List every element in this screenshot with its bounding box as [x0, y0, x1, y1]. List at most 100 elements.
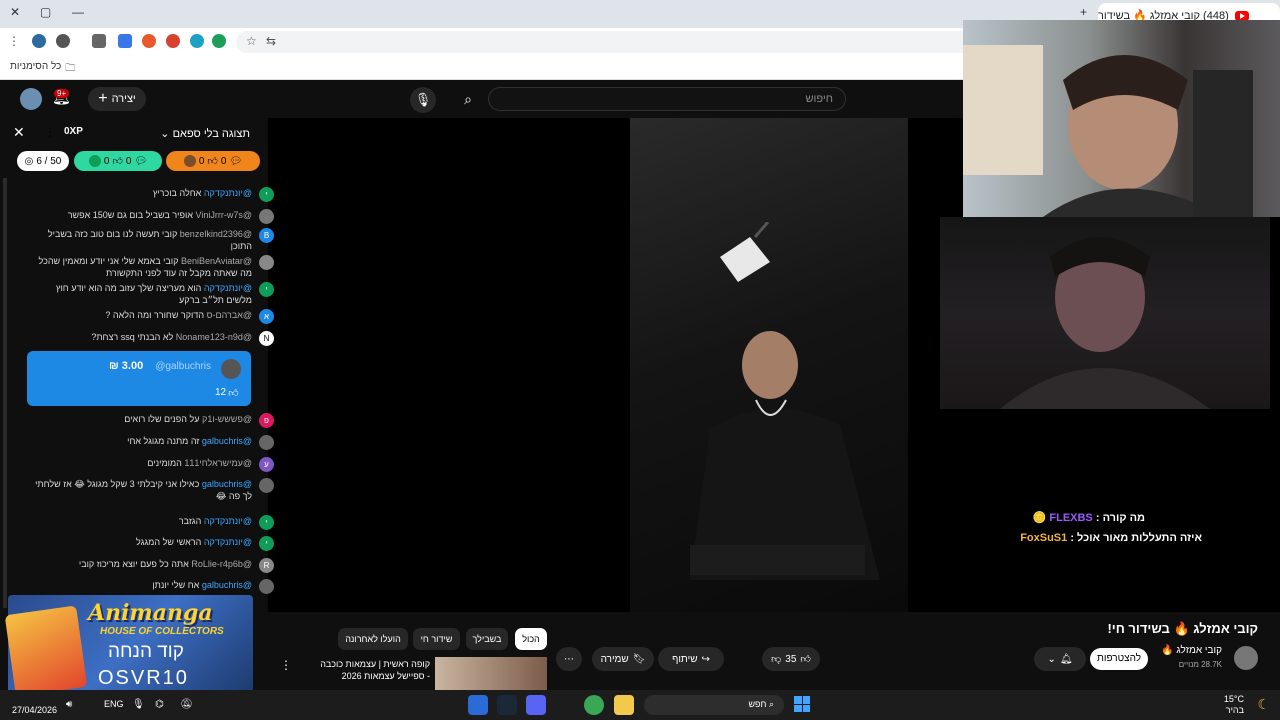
likes-count: 35	[785, 653, 797, 665]
account-avatar[interactable]	[20, 88, 42, 110]
chat-text: המומינים	[147, 458, 182, 468]
xp-badge: 0XP	[64, 126, 83, 137]
taskbar-clock[interactable]: 27/04/2026	[12, 692, 57, 716]
browser-menu-icon[interactable]: ⋮	[8, 34, 20, 48]
chat-username: @galbuchris	[201, 436, 252, 446]
overlay-text: איזה התעללות מאור אוכל :	[1070, 532, 1202, 544]
like-dislike-button[interactable]: 👎︎ 35 👍︎	[762, 647, 820, 671]
chat-message[interactable]: B @benzelkind2396 קובי תעשה לנו בום טוב כ…	[30, 228, 274, 252]
chat-overlay-line-2: איזה התעללות מאור אוכל : FoxSuS1	[1020, 532, 1202, 544]
discord-icon[interactable]	[526, 695, 546, 715]
chevron-down-icon: ⌄	[160, 128, 170, 140]
super-chat-message[interactable]: @galbuchris ₪ 3.00 12 👍︎	[27, 351, 251, 406]
extension-icon[interactable]	[118, 34, 132, 48]
network-icon[interactable]: ⌬	[155, 699, 164, 710]
chat-message[interactable]: י @יונתנקדקה הראשי של המגגל	[30, 536, 274, 551]
avatar: B	[259, 228, 274, 243]
more-actions-icon[interactable]: ⋯	[556, 647, 582, 671]
chat-username: @RoLlie-r4p6b	[191, 559, 252, 569]
chip-for-you[interactable]: בשבילך	[466, 628, 508, 650]
notifications-icon[interactable]: 🔕︎	[180, 699, 193, 710]
chip-live[interactable]: שידור חי	[413, 628, 460, 650]
extension-icon[interactable]	[166, 34, 180, 48]
likes-count: 12	[215, 387, 227, 398]
extension-icon[interactable]	[190, 34, 204, 48]
extension-icon[interactable]	[142, 34, 156, 48]
file-explorer-icon[interactable]	[614, 695, 634, 715]
promo-banner: Animanga HOUSE OF COLLECTORS קוד הנחה OS…	[4, 595, 253, 697]
chat-message[interactable]: R @RoLlie-r4p6b אתה כל פעם יוצא מריכוז קו…	[30, 558, 274, 573]
recommended-menu-icon[interactable]: ⋮	[280, 658, 292, 672]
comments-count: 0	[220, 155, 227, 167]
recommended-title[interactable]: קופה ראשית | עצמאות כוכבה - ספיישל עצמאו…	[318, 658, 430, 682]
maximize-window-icon[interactable]: ▢	[40, 5, 51, 19]
site-settings-icon[interactable]: ⇆	[266, 34, 276, 48]
weather-widget[interactable]: 15°C בהיר	[1224, 694, 1244, 716]
chat-overlay-line-1: מה קורה : FLEXBS 🪙	[1033, 511, 1145, 524]
recommended-thumbnail[interactable]	[435, 657, 547, 690]
super-chat-user: @galbuchris	[155, 361, 211, 372]
channel-name[interactable]: קובי אמזלג 🔥	[1161, 645, 1222, 656]
promo-brand: Animanga	[88, 600, 213, 626]
save-button[interactable]: 🔖︎ שמירה	[592, 647, 654, 671]
green-stats-pill[interactable]: 0 👍︎ 0 💬︎	[74, 151, 162, 171]
microphone-icon[interactable]: 🎙︎	[132, 699, 145, 710]
chat-message[interactable]: N @Noname123-n9d לא הבנתי ssq רצחת?	[30, 331, 274, 346]
subscribe-bell-button[interactable]: ⌄ 🔔︎	[1034, 647, 1086, 671]
chip-recently-uploaded[interactable]: הועלו לאחרונה	[338, 628, 408, 650]
super-chat-likes[interactable]: 12 👍︎	[215, 387, 239, 399]
windows-start-icon[interactable]	[794, 696, 810, 712]
chat-message[interactable]: פ @פששש-ו1ק על הפנים שלו רואים	[30, 413, 274, 428]
chat-menu-icon[interactable]: ⋮	[44, 125, 56, 139]
thumbs-up-icon: 👍︎	[228, 388, 239, 399]
taskbar-date: 27/04/2026	[12, 705, 58, 715]
extensions-puzzle-icon[interactable]	[92, 34, 106, 48]
plus-icon: +	[98, 90, 108, 107]
comments-count: 0	[125, 155, 132, 167]
taskbar-app-icon[interactable]	[468, 695, 488, 715]
windows-taskbar: 27/04/2026 🔊︎ ENG 🎙︎ ⌬ 🔕︎ ⌕ חפש 15°C בהי…	[0, 690, 1280, 720]
close-window-icon[interactable]: ✕	[10, 5, 20, 19]
avatar: י	[259, 536, 274, 551]
chat-message[interactable]: א @אברהם-ס הדוקר שחורר ומה הלאה ?	[30, 309, 274, 324]
extension-icon[interactable]	[212, 34, 226, 48]
volume-icon[interactable]: 🔊︎	[66, 699, 72, 710]
chat-message[interactable]: י @יונתנקדקה הגזבר	[30, 515, 274, 530]
join-button[interactable]: להצטרפות	[1090, 648, 1148, 670]
share-button[interactable]: ↪ שיתוף	[658, 647, 724, 671]
chat-message[interactable]: @BeniBenAviatar קובי באמא שלי אני יודע ו…	[30, 255, 274, 279]
subscriber-count: 28.7K מנויים	[1178, 660, 1222, 669]
rank-pill[interactable]: ◎ 6 / 50	[17, 151, 69, 171]
chat-message[interactable]: י @יונתנקדקה הוא מעריצה שלך עזוב מה הוא י…	[30, 282, 274, 306]
chat-message[interactable]: @ViniJrrr-w7s אופיר בשביל בום גם ש150 אפ…	[30, 209, 274, 224]
chat-message[interactable]: @galbuchris כאילו אני קיבלתי 3 שקל מגוגל…	[30, 478, 274, 502]
search-input[interactable]: חיפוש	[488, 87, 846, 111]
create-button[interactable]: יצירה +	[88, 87, 146, 111]
chat-message[interactable]: @galbuchris זה מתנה מגוגל אחי	[30, 435, 274, 450]
orange-stats-pill[interactable]: 0 👍︎ 0 💬︎	[166, 151, 260, 171]
search-icon[interactable]: ⌕	[452, 87, 484, 111]
minimize-window-icon[interactable]: —	[72, 5, 84, 19]
extension-icon[interactable]	[32, 34, 46, 48]
language-indicator[interactable]: ENG	[104, 699, 124, 709]
new-tab-icon[interactable]: +	[1080, 5, 1087, 19]
avatar	[259, 435, 274, 450]
chat-mode-dropdown[interactable]: תצוגה בלי ספאם ⌄	[160, 127, 250, 140]
close-chat-icon[interactable]: ✕	[13, 124, 25, 141]
chat-scrollbar[interactable]	[3, 178, 7, 608]
chat-username: @BeniBenAviatar	[180, 256, 252, 266]
chat-message[interactable]: @galbuchris אח שלי יונתן	[30, 579, 274, 594]
taskbar-search[interactable]: ⌕ חפש	[644, 695, 784, 715]
chip-all[interactable]: הכול	[515, 628, 547, 650]
chat-message[interactable]: י @יונתנקדקה אחלה בוכריץ	[30, 187, 274, 202]
voice-search-icon[interactable]: 🎙︎	[410, 87, 436, 113]
bookmark-star-icon[interactable]: ☆	[246, 34, 257, 48]
avatar	[259, 478, 274, 493]
all-bookmarks[interactable]: 🗀 כל הסימניות	[10, 61, 75, 78]
create-label: יצירה	[111, 93, 136, 105]
extension-icon[interactable]	[56, 34, 70, 48]
chrome-icon[interactable]	[584, 695, 604, 715]
steam-icon[interactable]	[497, 695, 517, 715]
chat-message[interactable]: ע @עמישראלחי111 המומינים	[30, 457, 274, 472]
channel-avatar[interactable]	[1234, 646, 1258, 670]
